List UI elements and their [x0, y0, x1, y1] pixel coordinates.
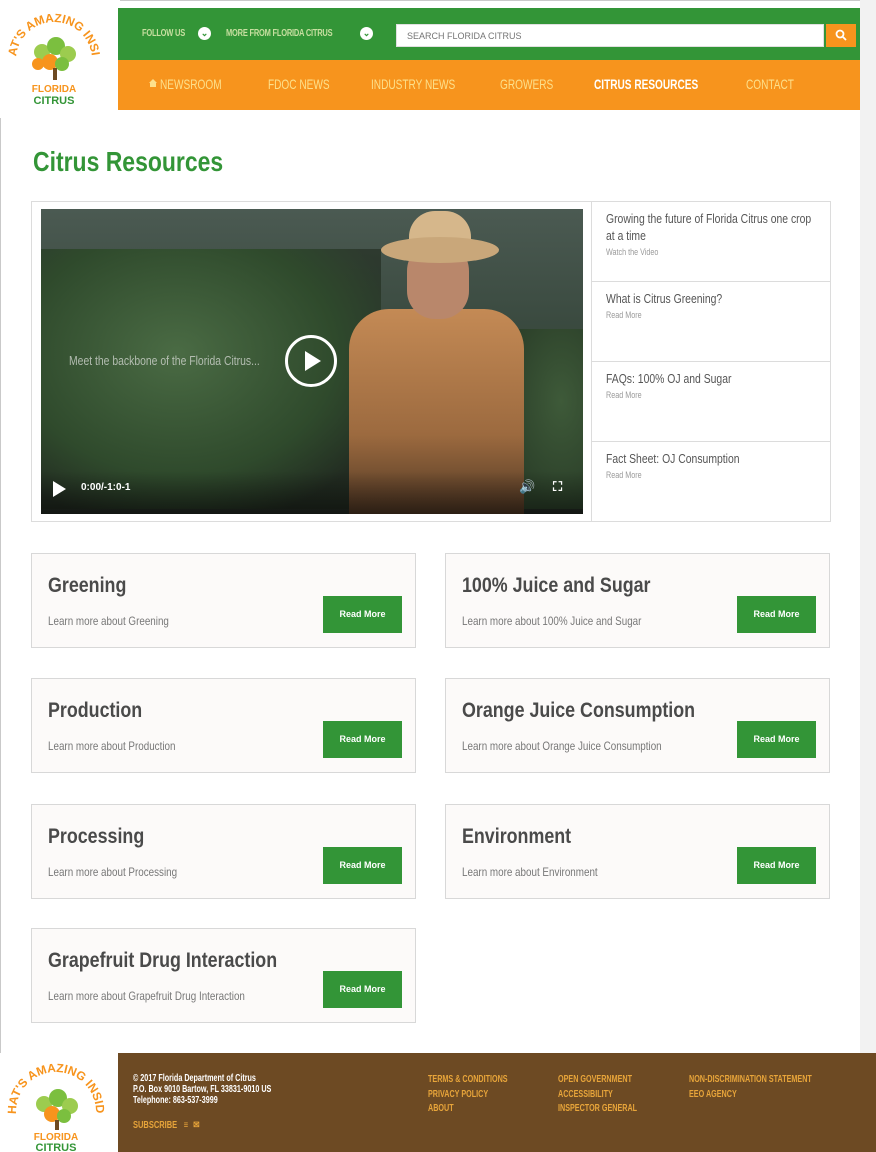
- footer-link-non-discrimination[interactable]: NON-DISCRIMINATION STATEMENT: [689, 1073, 812, 1088]
- search-button[interactable]: [826, 24, 856, 47]
- read-more-button[interactable]: Read More: [323, 596, 402, 633]
- resource-card-grapefruit: Grapefruit Drug Interaction Learn more a…: [31, 928, 416, 1023]
- card-title: Production: [48, 699, 143, 722]
- footer-link-inspector-general[interactable]: INSPECTOR GENERAL: [558, 1102, 637, 1117]
- card-title: 100% Juice and Sugar: [462, 574, 651, 597]
- footer-link-terms[interactable]: TERMS & CONDITIONS: [428, 1073, 508, 1088]
- card-description: Learn more about Greening: [48, 614, 169, 628]
- video-player[interactable]: Meet the backbone of the Florida Citrus.…: [41, 209, 583, 514]
- chevron-down-icon[interactable]: ⌄: [198, 27, 211, 40]
- card-title: Environment: [462, 825, 572, 848]
- more-from-label[interactable]: MORE FROM FLORIDA CITRUS: [226, 28, 333, 39]
- search-input[interactable]: [396, 24, 824, 47]
- read-more-button[interactable]: Read More: [737, 847, 816, 884]
- read-more-button[interactable]: Read More: [323, 721, 402, 758]
- card-description: Learn more about Environment: [462, 865, 598, 879]
- footer-phone: Telephone: 863-537-3999: [133, 1095, 218, 1106]
- footer-link-eeo-agency[interactable]: EEO AGENCY: [689, 1088, 812, 1103]
- nav-newsroom[interactable]: NEWSROOM: [160, 76, 222, 92]
- resource-card-oj-consumption: Orange Juice Consumption Learn more abou…: [445, 678, 830, 773]
- footer-contact: © 2017 Florida Department of Citrus P.O.…: [133, 1073, 271, 1106]
- subscribe-link[interactable]: SUBSCRIBE ≡ ✉: [133, 1120, 200, 1131]
- card-title: Processing: [48, 825, 145, 848]
- footer-copyright: © 2017 Florida Department of Citrus: [133, 1073, 256, 1084]
- read-more-button[interactable]: Read More: [737, 721, 816, 758]
- card-description: Learn more about 100% Juice and Sugar: [462, 614, 642, 628]
- list-item[interactable]: FAQs: 100% OJ and Sugar Read More: [591, 362, 830, 442]
- list-item-link[interactable]: Read More: [606, 470, 774, 480]
- card-description: Learn more about Orange Juice Consumptio…: [462, 739, 662, 753]
- mail-icon[interactable]: ✉: [193, 1120, 199, 1131]
- svg-text:FLORIDA: FLORIDA: [32, 84, 76, 95]
- footer-links-col-3: NON-DISCRIMINATION STATEMENT EEO AGENCY: [689, 1073, 812, 1102]
- chevron-down-icon[interactable]: ⌄: [360, 27, 373, 40]
- card-title: Orange Juice Consumption: [462, 699, 696, 722]
- card-title: Grapefruit Drug Interaction: [48, 949, 278, 972]
- card-description: Learn more about Grapefruit Drug Interac…: [48, 989, 245, 1003]
- card-description: Learn more about Production: [48, 739, 176, 753]
- footer-link-privacy[interactable]: PRIVACY POLICY: [428, 1088, 508, 1103]
- nav-industry-news[interactable]: INDUSTRY NEWS: [371, 76, 455, 92]
- footer-link-about[interactable]: ABOUT: [428, 1102, 508, 1117]
- video-background: [41, 249, 381, 509]
- list-item-link[interactable]: Read More: [606, 390, 774, 400]
- list-item-title[interactable]: FAQs: 100% OJ and Sugar: [606, 370, 814, 387]
- read-more-button[interactable]: Read More: [323, 847, 402, 884]
- fullscreen-icon[interactable]: ⛶: [553, 479, 562, 495]
- resource-card-processing: Processing Learn more about Processing R…: [31, 804, 416, 899]
- read-more-button[interactable]: Read More: [323, 971, 402, 1008]
- featured-list: Growing the future of Florida Citrus one…: [591, 202, 830, 521]
- page-title: Citrus Resources: [33, 146, 224, 177]
- footer-links-col-1: TERMS & CONDITIONS PRIVACY POLICY ABOUT: [428, 1073, 508, 1117]
- scrollbar-track[interactable]: [860, 0, 876, 1060]
- card-title: Greening: [48, 574, 127, 597]
- list-item[interactable]: Fact Sheet: OJ Consumption Read More: [591, 442, 830, 521]
- read-more-button[interactable]: Read More: [737, 596, 816, 633]
- resource-card-greening: Greening Learn more about Greening Read …: [31, 553, 416, 648]
- list-item-title[interactable]: Growing the future of Florida Citrus one…: [606, 210, 814, 244]
- resource-card-production: Production Learn more about Production R…: [31, 678, 416, 773]
- florida-citrus-logo[interactable]: THAT'S AMAZING INSIDE FLORIDA CITRUS: [6, 6, 102, 110]
- follow-us-label[interactable]: FOLLOW US: [142, 28, 185, 39]
- resource-card-environment: Environment Learn more about Environment…: [445, 804, 830, 899]
- footer-links-col-2: OPEN GOVERNMENT ACCESSIBILITY INSPECTOR …: [558, 1073, 637, 1117]
- list-item-title[interactable]: Fact Sheet: OJ Consumption: [606, 450, 814, 467]
- footer-link-open-government[interactable]: OPEN GOVERNMENT: [558, 1073, 637, 1088]
- florida-citrus-logo[interactable]: THAT'S AMAZING INSIDE FLORIDA CITRUS: [6, 1060, 106, 1152]
- volume-icon[interactable]: 🔊: [519, 479, 535, 495]
- play-icon[interactable]: [305, 351, 321, 371]
- list-item-title[interactable]: What is Citrus Greening?: [606, 290, 814, 307]
- svg-text:CITRUS: CITRUS: [36, 1142, 77, 1152]
- video-caption: Meet the backbone of the Florida Citrus.…: [69, 353, 260, 368]
- list-item[interactable]: Growing the future of Florida Citrus one…: [591, 202, 830, 282]
- footer-address: P.O. Box 9010 Bartow, FL 33831-9010 US: [133, 1084, 272, 1095]
- list-item-link[interactable]: Read More: [606, 310, 774, 320]
- rss-icon[interactable]: ≡: [184, 1120, 188, 1131]
- nav-contact[interactable]: CONTACT: [746, 76, 794, 92]
- card-description: Learn more about Processing: [48, 865, 178, 879]
- search-icon: [835, 29, 847, 41]
- footer-link-accessibility[interactable]: ACCESSIBILITY: [558, 1088, 637, 1103]
- nav-citrus-resources[interactable]: CITRUS RESOURCES: [594, 76, 698, 92]
- list-item[interactable]: What is Citrus Greening? Read More: [591, 282, 830, 362]
- video-subject: [381, 237, 499, 263]
- home-icon: [149, 79, 157, 87]
- nav-growers[interactable]: GROWERS: [500, 76, 553, 92]
- video-time: 0:00/-1:0-1: [81, 482, 131, 493]
- play-icon[interactable]: [53, 481, 66, 497]
- resource-card-juice-sugar: 100% Juice and Sugar Learn more about 10…: [445, 553, 830, 648]
- svg-text:CITRUS: CITRUS: [34, 95, 75, 107]
- subscribe-label[interactable]: SUBSCRIBE: [133, 1120, 177, 1131]
- list-item-link[interactable]: Watch the Video: [606, 247, 774, 257]
- nav-fdoc-news[interactable]: FDOC NEWS: [268, 76, 330, 92]
